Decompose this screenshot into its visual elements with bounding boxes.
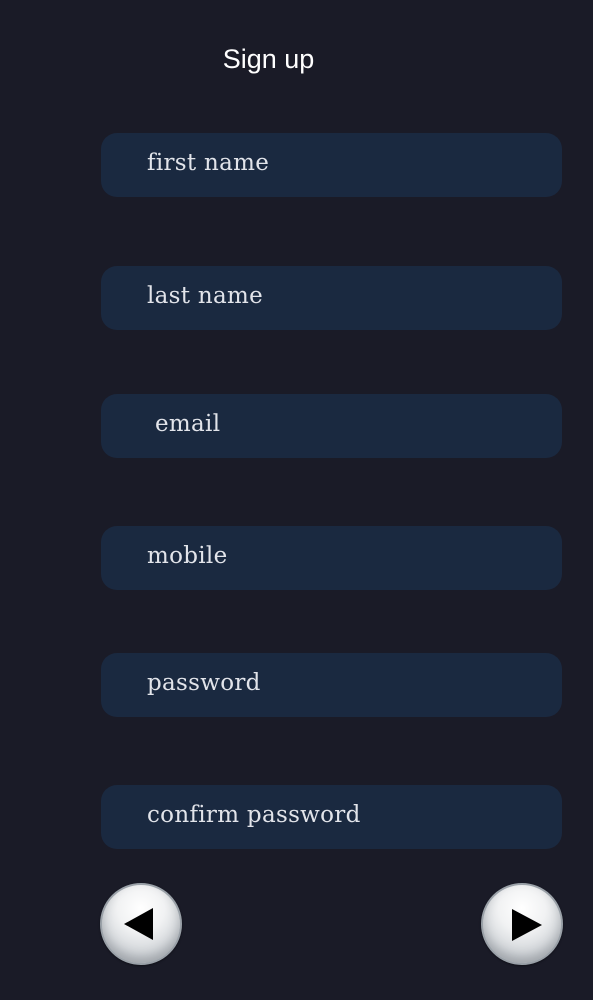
password-field[interactable]: password bbox=[101, 653, 562, 717]
mobile-field[interactable]: mobile bbox=[101, 526, 562, 590]
first-name-field[interactable]: first name bbox=[101, 133, 562, 197]
email-field[interactable]: email bbox=[101, 394, 562, 458]
password-placeholder: password bbox=[147, 670, 261, 696]
mobile-placeholder: mobile bbox=[147, 543, 228, 569]
triangle-right-icon bbox=[512, 909, 542, 941]
first-name-placeholder: first name bbox=[147, 150, 270, 176]
confirm-password-field[interactable]: confirm password bbox=[101, 785, 562, 849]
triangle-left-icon bbox=[124, 908, 153, 940]
email-placeholder: email bbox=[155, 411, 221, 437]
confirm-password-placeholder: confirm password bbox=[147, 802, 361, 828]
next-button[interactable] bbox=[481, 883, 563, 965]
last-name-placeholder: last name bbox=[147, 283, 264, 309]
back-button[interactable] bbox=[100, 883, 182, 965]
last-name-field[interactable]: last name bbox=[101, 266, 562, 330]
page-title: Sign up bbox=[222, 44, 315, 74]
